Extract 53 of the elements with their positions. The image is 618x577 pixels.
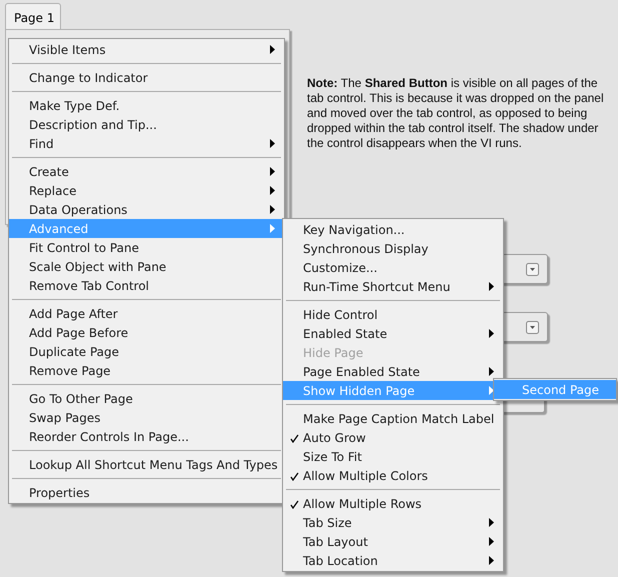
menu-item[interactable]: Scale Object with Pane <box>9 257 284 276</box>
submenu-arrow-icon <box>489 386 494 395</box>
menu-item[interactable]: Allow Multiple Colors <box>283 466 503 485</box>
submenu-arrow-icon <box>489 367 494 376</box>
menu-item[interactable]: Remove Page <box>9 361 284 380</box>
menu-item[interactable]: Tab Layout <box>283 532 503 551</box>
menu-item[interactable]: Customize... <box>283 258 503 277</box>
submenu-arrow-icon <box>489 537 494 546</box>
submenu-arrow-icon <box>270 205 275 214</box>
menu-item[interactable]: Tab Size <box>283 513 503 532</box>
menu-item[interactable]: Key Navigation... <box>283 220 503 239</box>
menu-item[interactable]: Enabled State <box>283 324 503 343</box>
menu-item[interactable]: Go To Other Page <box>9 389 284 408</box>
submenu-arrow-icon <box>270 186 275 195</box>
checkmark-icon <box>290 472 299 481</box>
tab[interactable]: Page 1 <box>5 3 61 32</box>
menu-item[interactable]: Find <box>9 134 284 153</box>
menu-item[interactable]: Add Page After <box>9 304 284 323</box>
menu-item[interactable]: Auto Grow <box>283 428 503 447</box>
menu-item[interactable]: Visible Items <box>9 40 284 59</box>
menu-item[interactable]: Create <box>9 162 284 181</box>
submenu-arrow-icon <box>270 167 275 176</box>
menu-item[interactable]: Add Page Before <box>9 323 284 342</box>
menu-item[interactable]: Fit Control to Pane <box>9 238 284 257</box>
submenu-arrow-icon <box>270 45 275 54</box>
menu-item[interactable]: Properties <box>9 483 284 502</box>
menu-item[interactable]: Replace <box>9 181 284 200</box>
menu-item[interactable]: Size To Fit <box>283 447 503 466</box>
menu-item[interactable]: Description and Tip... <box>9 115 284 134</box>
menu-item[interactable]: Data Operations <box>9 200 284 219</box>
menu-item[interactable]: Duplicate Page <box>9 342 284 361</box>
submenu-arrow-icon <box>489 518 494 527</box>
menu-item[interactable]: Run-Time Shortcut Menu <box>283 277 503 296</box>
submenu-arrow-icon <box>489 556 494 565</box>
submenu-arrow-icon <box>489 329 494 338</box>
menu-item[interactable]: Make Type Def. <box>9 96 284 115</box>
menu-item[interactable]: Synchronous Display <box>283 239 503 258</box>
menu-item[interactable]: Swap Pages <box>9 408 284 427</box>
menu-item[interactable]: Tab Location <box>283 551 503 570</box>
checkmark-icon <box>290 500 299 509</box>
menu-item[interactable]: Lookup All Shortcut Menu Tags And Types <box>9 455 284 474</box>
menu-item[interactable]: Page Enabled State <box>283 362 503 381</box>
menu-item[interactable]: Change to Indicator <box>9 68 284 87</box>
submenu-arrow-icon <box>270 224 275 233</box>
menu-item[interactable]: Reorder Controls In Page... <box>9 427 284 446</box>
submenu-arrow-icon <box>270 139 275 148</box>
menu-item[interactable]: Remove Tab Control <box>9 276 284 295</box>
submenu-arrow-icon <box>489 282 494 291</box>
checkmark-icon <box>290 434 299 443</box>
menu-item[interactable]: Make Page Caption Match Label <box>283 409 503 428</box>
menu-item[interactable]: Allow Multiple Rows <box>283 494 503 513</box>
menu-item[interactable]: Hide Control <box>283 305 503 324</box>
note-text: Note: The Shared Button is visible on all pages of the tab control. This is because it was dropped on the panel and moved over the tab control, as opposed to being dropped within the tab control itself. The shadow under the control disappears when the VI runs. <box>307 76 605 151</box>
